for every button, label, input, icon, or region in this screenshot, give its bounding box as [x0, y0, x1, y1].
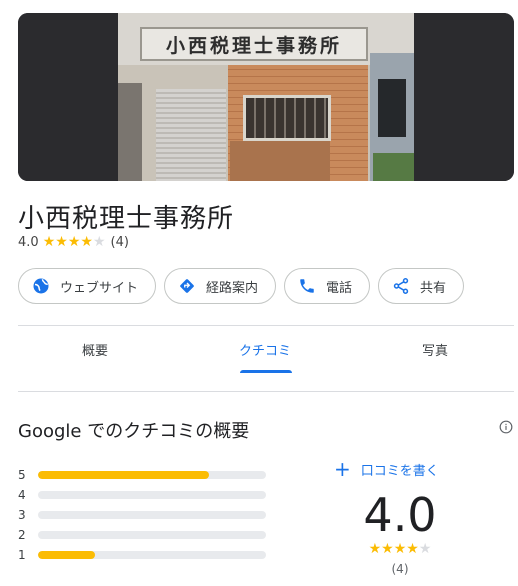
distribution-row: 4 — [18, 485, 266, 505]
rating-distribution: 5 4 3 2 1 — [18, 465, 266, 565]
distribution-star-label: 3 — [18, 508, 26, 522]
share-button-label: 共有 — [420, 280, 447, 296]
photo-letterbox-left — [18, 13, 118, 181]
star-icon: ★ — [393, 541, 407, 557]
storefront-sign: 小西税理士事務所 — [140, 27, 368, 61]
rating-summary: 4.0 ★★★★★ (4) — [18, 234, 129, 250]
write-review-button[interactable]: + 口コミを書く — [334, 459, 439, 479]
plus-icon: + — [334, 457, 351, 481]
review-summary-title: Google でのクチコミの概要 — [18, 421, 250, 442]
distribution-bar-track — [38, 491, 266, 499]
globe-icon — [32, 277, 50, 295]
call-button[interactable]: 電話 — [284, 268, 371, 304]
website-button-label: ウェブサイト — [60, 280, 139, 296]
distribution-bar-track — [38, 511, 266, 519]
call-button-label: 電話 — [326, 280, 353, 296]
divider — [18, 391, 514, 392]
star-icon: ★ — [67, 234, 81, 250]
total-review-count: (4) — [391, 562, 409, 576]
distribution-bar-fill — [38, 471, 209, 479]
star-icon: ★ — [55, 234, 68, 250]
share-button[interactable]: 共有 — [378, 268, 465, 304]
distribution-bar-fill — [38, 551, 95, 559]
tab-overview[interactable]: 概要 — [82, 340, 108, 359]
distribution-bar-track — [38, 551, 266, 559]
average-rating: 4.0 — [363, 488, 437, 542]
directions-icon — [178, 277, 196, 295]
phone-icon — [298, 277, 316, 295]
directions-button-label: 経路案内 — [206, 280, 259, 296]
photo-letterbox-right — [414, 13, 514, 181]
action-buttons: ウェブサイト 経路案内 電話 共有 — [18, 268, 465, 304]
place-photo[interactable]: 小西税理士事務所 — [18, 13, 514, 181]
share-icon — [392, 277, 410, 295]
star-empty-icon: ★ — [418, 541, 432, 557]
directions-button[interactable]: 経路案内 — [164, 268, 277, 304]
distribution-bar-track — [38, 471, 266, 479]
storefront-image: 小西税理士事務所 — [118, 13, 414, 181]
active-tab-indicator — [240, 370, 292, 373]
star-empty-icon: ★ — [92, 234, 106, 250]
distribution-star-label: 1 — [18, 548, 26, 562]
star-icon: ★ — [381, 541, 394, 557]
distribution-star-label: 2 — [18, 528, 26, 542]
write-review-label: 口コミを書く — [360, 463, 439, 479]
distribution-bar-track — [38, 531, 266, 539]
rating-stars: ★★★★★ — [43, 234, 106, 250]
star-icon: ★ — [42, 234, 56, 250]
distribution-row: 1 — [18, 545, 266, 565]
distribution-star-label: 5 — [18, 468, 26, 482]
place-name: 小西税理士事務所 — [18, 204, 235, 234]
tab-reviews[interactable]: クチコミ — [239, 340, 291, 359]
distribution-row: 3 — [18, 505, 266, 525]
distribution-row: 2 — [18, 525, 266, 545]
star-icon: ★ — [80, 234, 93, 250]
distribution-star-label: 4 — [18, 488, 26, 502]
distribution-row: 5 — [18, 465, 266, 485]
review-count: (4) — [110, 234, 129, 250]
star-icon: ★ — [368, 541, 382, 557]
star-icon: ★ — [406, 541, 419, 557]
rating-value: 4.0 — [18, 234, 39, 250]
divider — [18, 325, 514, 326]
website-button[interactable]: ウェブサイト — [18, 268, 157, 304]
tab-photos[interactable]: 写真 — [422, 340, 448, 359]
average-rating-stars: ★★★★★ — [340, 541, 460, 557]
info-icon[interactable] — [499, 419, 513, 434]
